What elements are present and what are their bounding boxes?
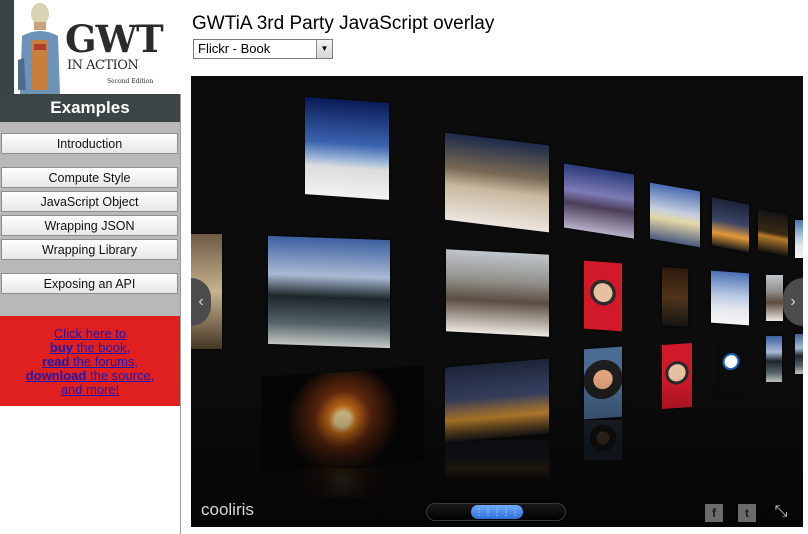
sidebar: GWT IN ACTION Second Edition Examples In… — [0, 0, 181, 534]
photo-tile[interactable] — [662, 267, 688, 327]
photo-tile[interactable] — [564, 163, 634, 239]
wall-scrollbar[interactable]: ⋮⋮⋮⋮⋮ — [426, 503, 566, 521]
page-title: GWTiA 3rd Party JavaScript overlay — [192, 13, 495, 34]
logo-subtitle: IN ACTION — [67, 58, 139, 73]
examples-header: Examples — [0, 94, 180, 122]
promo-more-link[interactable]: and more! — [61, 382, 120, 397]
photo-tile[interactable] — [712, 197, 749, 253]
photo-tile[interactable] — [305, 97, 389, 200]
cooliris-logo[interactable]: cooliris — [201, 500, 254, 520]
photo-tile[interactable] — [584, 260, 622, 332]
logo-edition: Second Edition — [107, 78, 154, 85]
figure-illustration-icon — [14, 0, 64, 94]
cooliris-wall-viewer[interactable]: ‹ › cooliris ⋮⋮⋮⋮⋮ f t ⤡ — [191, 76, 803, 527]
nav-panel: Introduction Compute Style JavaScript Ob… — [0, 122, 180, 316]
nav-exposing-api-button[interactable]: Exposing an API — [1, 273, 178, 294]
fullscreen-icon[interactable]: ⤡ — [771, 502, 791, 522]
facebook-icon[interactable]: f — [705, 504, 723, 522]
photo-tile[interactable] — [650, 182, 700, 248]
photo-tile[interactable] — [766, 275, 783, 321]
promo-click-here-link[interactable]: Click here to — [54, 326, 126, 341]
photo-tile[interactable] — [268, 235, 390, 349]
nav-compute-style-button[interactable]: Compute Style — [1, 167, 178, 188]
logo-title: GWT — [65, 17, 164, 61]
nav-javascript-object-button[interactable]: JavaScript Object — [1, 191, 178, 212]
promo-read-link[interactable]: read the forums, — [42, 354, 138, 369]
promo-buy-link[interactable]: buy the book, — [50, 340, 130, 355]
chevron-down-icon[interactable]: ▼ — [316, 40, 332, 58]
promo-buy-rest: the book, — [73, 340, 131, 355]
promo-download-word: download — [25, 368, 87, 383]
select-value: Flickr - Book — [198, 41, 271, 56]
promo-buy-word: buy — [49, 340, 73, 355]
nav-wrapping-json-button[interactable]: Wrapping JSON — [1, 215, 178, 236]
promo-box: Click here to buy the book, read the for… — [0, 316, 180, 406]
photo-tile[interactable] — [445, 132, 549, 233]
photo-tile[interactable] — [795, 220, 803, 258]
promo-read-word: read — [41, 354, 70, 369]
photo-tile[interactable] — [446, 249, 549, 337]
nav-introduction-button[interactable]: Introduction — [1, 133, 178, 154]
twitter-icon[interactable]: t — [738, 504, 756, 522]
logo-stripe — [0, 0, 14, 94]
photo-tile[interactable] — [795, 334, 803, 374]
promo-download-rest: the source, — [86, 368, 155, 383]
photo-tile[interactable] — [711, 270, 749, 326]
nav-wrapping-library-button[interactable]: Wrapping Library — [1, 239, 178, 260]
promo-read-rest: the forums, — [69, 354, 139, 369]
book-logo[interactable]: GWT IN ACTION Second Edition — [0, 0, 181, 94]
photo-tile[interactable] — [758, 209, 788, 257]
photo-source-select[interactable]: Flickr - Book ▼ — [193, 39, 333, 59]
next-arrow-icon[interactable]: › — [783, 278, 803, 326]
scrollbar-thumb[interactable]: ⋮⋮⋮⋮⋮ — [471, 505, 523, 519]
promo-download-link[interactable]: download the source, — [26, 368, 155, 383]
